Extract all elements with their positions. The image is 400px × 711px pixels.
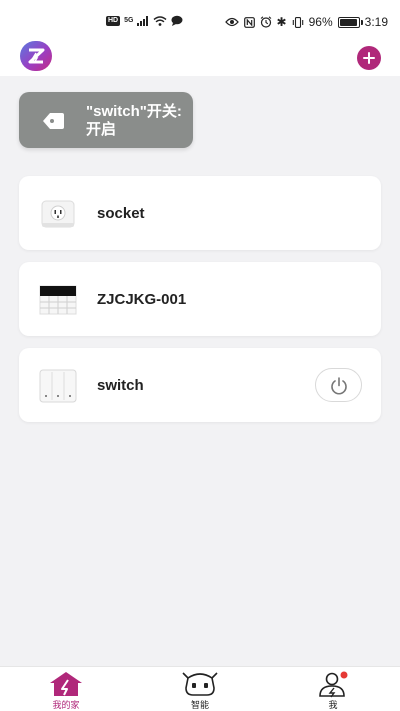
- tag-icon: [43, 113, 64, 129]
- scene-label: "switch"开关:开启: [86, 103, 182, 138]
- app-logo-icon[interactable]: [18, 41, 54, 71]
- nav-label: 我的家: [52, 700, 80, 710]
- socket-icon: [41, 200, 75, 228]
- battery-fill: [339, 18, 357, 26]
- eye-icon: [224, 17, 239, 27]
- home-icon: [50, 672, 82, 696]
- app-header: [0, 40, 400, 76]
- clock: 3:19: [364, 15, 388, 29]
- signal-icon: [137, 15, 149, 26]
- status-left: HD 5G: [106, 15, 183, 26]
- scene-shortcut[interactable]: "switch"开关:开启: [19, 92, 193, 148]
- status-bar: HD 5G ✱ 96% 3:19: [0, 0, 400, 40]
- bluetooth-icon: ✱: [276, 15, 287, 29]
- bottom-nav: 我的家 智能 我: [0, 666, 400, 711]
- notification-dot: [340, 671, 348, 679]
- nav-label: 智能: [190, 700, 209, 710]
- power-toggle-button[interactable]: [315, 368, 362, 402]
- alarm-icon: [260, 16, 271, 28]
- device-card-socket[interactable]: socket: [19, 176, 381, 250]
- add-device-button[interactable]: [357, 46, 381, 70]
- wifi-icon: [153, 15, 167, 26]
- power-icon: [331, 377, 347, 395]
- robot-icon: [182, 672, 218, 696]
- profile-icon: [319, 671, 348, 698]
- device-card-switch[interactable]: switch: [19, 348, 381, 422]
- nav-label: 我: [328, 700, 338, 710]
- device-name: socket: [97, 205, 145, 222]
- device-card-zjcjkg-001[interactable]: ZJCJKG-001: [19, 262, 381, 336]
- status-right: ✱ 96% 3:19: [224, 15, 388, 29]
- tab-my-home[interactable]: 我的家: [26, 667, 106, 711]
- tab-smart[interactable]: 智能: [160, 667, 240, 711]
- tab-me[interactable]: 我: [293, 667, 373, 711]
- message-icon: [171, 15, 183, 26]
- device-name: switch: [97, 377, 144, 394]
- network-type: 5G: [124, 17, 134, 24]
- battery-icon: [337, 16, 363, 28]
- battery-percent: 96%: [308, 15, 333, 29]
- nfc-icon: [243, 16, 255, 28]
- device-name: ZJCJKG-001: [97, 291, 187, 308]
- hd-badge: HD: [106, 15, 121, 26]
- vibrate-icon: [292, 16, 303, 28]
- control-panel-icon: [39, 285, 77, 315]
- wall-switch-icon: [39, 369, 77, 403]
